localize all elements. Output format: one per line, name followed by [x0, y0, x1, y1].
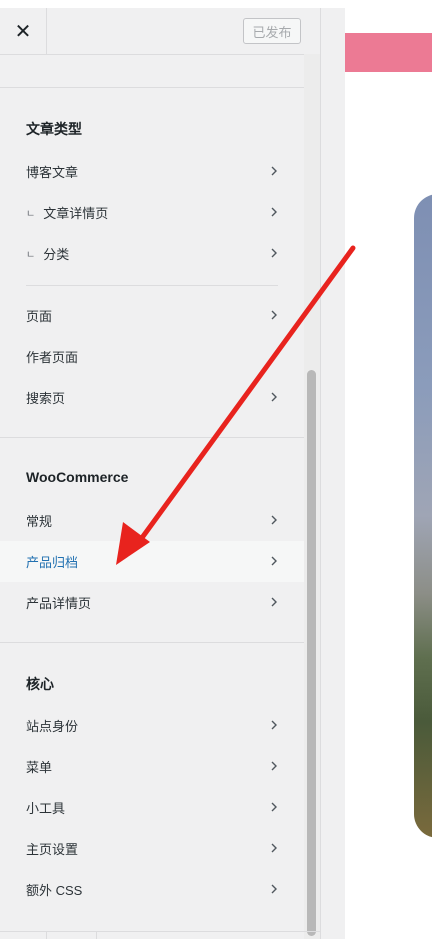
- menu-item-label: 博客文章: [26, 165, 79, 180]
- preview-header-bar: [345, 33, 432, 72]
- menu-item-post-detail[interactable]: ㄴ 文章详情页: [0, 192, 304, 233]
- publish-button[interactable]: 已发布: [243, 18, 301, 44]
- menu-item-label: 常规: [26, 514, 53, 529]
- chevron-right-icon: [271, 166, 277, 176]
- scrollbar-thumb[interactable]: [307, 370, 316, 936]
- menu-item-additional-css[interactable]: 额外 CSS: [0, 869, 304, 910]
- menu-item-site-identity[interactable]: 站点身份: [0, 705, 304, 746]
- chevron-right-icon: [271, 310, 277, 320]
- menu-item-menus[interactable]: 菜单: [0, 746, 304, 787]
- menu-item-blog-posts[interactable]: 博客文章: [0, 151, 304, 192]
- menu-item-product-archive[interactable]: 产品归档: [0, 541, 304, 582]
- section-divider: [0, 437, 304, 438]
- menu-item-category[interactable]: ㄴ 分类: [0, 233, 304, 274]
- menu-item-label: 菜单: [26, 760, 53, 775]
- menu-item-label: 产品详情页: [26, 596, 92, 611]
- menu-item-label: 文章详情页: [43, 206, 109, 221]
- menu-item-homepage-settings[interactable]: 主页设置: [0, 828, 304, 869]
- top-edge: [0, 0, 432, 8]
- menu-item-label: 产品归档: [26, 555, 79, 570]
- menu-item-label: 额外 CSS: [26, 883, 83, 898]
- sub-item-marker: ㄴ: [26, 209, 36, 220]
- chevron-right-icon: [271, 515, 277, 525]
- customizer-panel: ✕ 已发布 文章类型 博客文章 ㄴ 文章详情页 ㄴ 分类 页面 作者页面 搜索页…: [0, 8, 321, 939]
- site-preview[interactable]: [321, 8, 432, 939]
- close-icon: ✕: [14, 20, 32, 43]
- footer-divider: [0, 931, 320, 932]
- section-title-woocommerce: WooCommerce: [26, 469, 129, 485]
- menu-item-search-page[interactable]: 搜索页: [0, 377, 304, 418]
- menu-item-label: 搜索页: [26, 391, 66, 406]
- close-button[interactable]: ✕: [0, 8, 47, 54]
- chevron-right-icon: [271, 761, 277, 771]
- chevron-right-icon: [271, 802, 277, 812]
- inner-divider: [26, 285, 278, 286]
- chevron-right-icon: [271, 556, 277, 566]
- footer-separator: [96, 931, 97, 939]
- menu-item-pages[interactable]: 页面: [0, 295, 304, 336]
- menu-item-product-detail[interactable]: 产品详情页: [0, 582, 304, 623]
- preview-hero-image: [414, 194, 432, 838]
- section-title-post-types: 文章类型: [26, 121, 82, 137]
- menu-item-general[interactable]: 常规: [0, 500, 304, 541]
- panel-header: ✕ 已发布: [0, 8, 304, 55]
- menu-item-label: 主页设置: [26, 842, 79, 857]
- sub-item-marker: ㄴ: [26, 250, 36, 261]
- section-title-core: 核心: [26, 676, 54, 692]
- chevron-right-icon: [271, 843, 277, 853]
- footer-separator: [46, 931, 47, 939]
- menu-item-label: 分类: [43, 247, 70, 262]
- chevron-right-icon: [271, 207, 277, 217]
- menu-item-label: 站点身份: [26, 719, 79, 734]
- section-divider: [0, 87, 304, 88]
- section-divider: [0, 642, 304, 643]
- chevron-right-icon: [271, 392, 277, 402]
- menu-item-author-page[interactable]: 作者页面: [0, 336, 304, 377]
- menu-item-label: 作者页面: [26, 350, 79, 365]
- chevron-right-icon: [271, 720, 277, 730]
- chevron-right-icon: [271, 884, 277, 894]
- chevron-right-icon: [271, 597, 277, 607]
- chevron-right-icon: [271, 248, 277, 258]
- menu-item-label: 小工具: [26, 801, 66, 816]
- menu-item-label: 页面: [26, 309, 53, 324]
- menu-item-widgets[interactable]: 小工具: [0, 787, 304, 828]
